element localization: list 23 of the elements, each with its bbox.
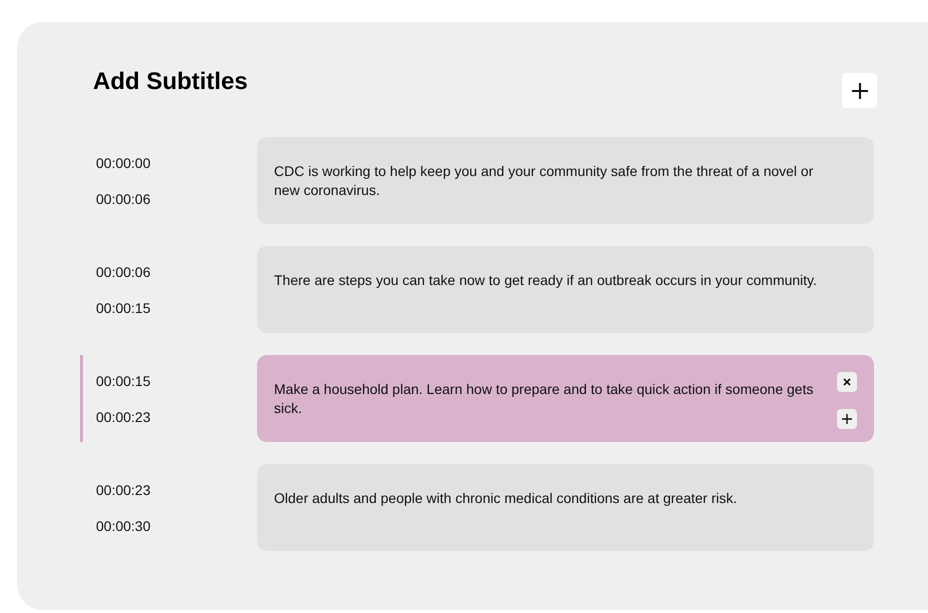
end-time[interactable]: 00:00:23 — [96, 408, 257, 424]
plus-icon — [842, 414, 852, 424]
subtitle-card[interactable]: Older adults and people with chronic medical conditions are at greater risk. — [257, 464, 874, 551]
add-button[interactable] — [842, 73, 877, 108]
start-time[interactable]: 00:00:00 — [96, 154, 257, 170]
subtitle-card[interactable]: There are steps you can take now to get ready if an outbreak occurs in your community. — [257, 246, 874, 333]
plus-icon — [850, 80, 870, 100]
close-icon — [843, 378, 851, 386]
insert-button[interactable] — [837, 409, 857, 429]
subtitle-text: There are steps you can take now to get ready if an outbreak occurs in your community. — [274, 271, 818, 290]
subtitle-card[interactable]: CDC is working to help keep you and your community safe from the threat of a novel or new coronavirus. — [257, 137, 874, 224]
end-time[interactable]: 00:00:06 — [96, 190, 257, 206]
panel-title: Add Subtitles — [93, 68, 248, 96]
subtitle-text: Older adults and people with chronic medical conditions are at greater risk. — [274, 489, 738, 508]
subtitle-text: Make a household plan. Learn how to prepare and to take quick action if someone gets sick. — [274, 380, 814, 418]
delete-button[interactable] — [837, 372, 857, 392]
subtitle-text: CDC is working to help keep you and your community safe from the threat of a novel or new coronavirus. — [274, 162, 814, 200]
subtitle-card[interactable]: Make a household plan. Learn how to prepare and to take quick action if someone gets sick. — [257, 355, 874, 442]
start-time[interactable]: 00:00:23 — [96, 482, 257, 498]
start-time[interactable]: 00:00:15 — [96, 372, 257, 388]
start-time[interactable]: 00:00:06 — [96, 264, 257, 280]
end-time[interactable]: 00:00:30 — [96, 518, 257, 534]
end-time[interactable]: 00:00:15 — [96, 300, 257, 316]
